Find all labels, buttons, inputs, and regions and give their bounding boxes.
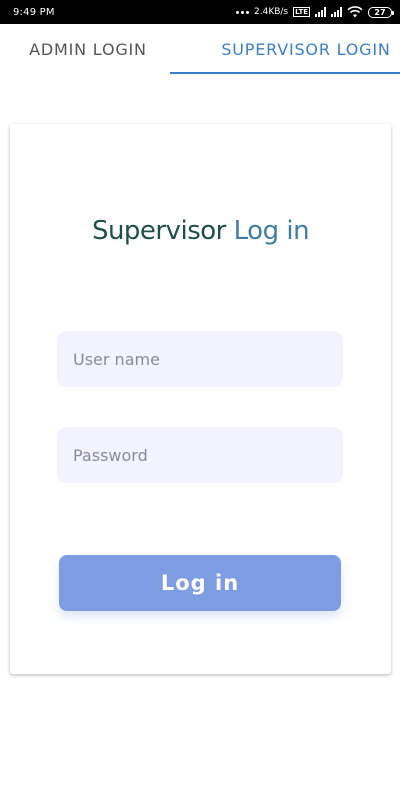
volte-icon: LTE xyxy=(293,7,310,17)
username-input[interactable] xyxy=(57,331,343,387)
wifi-icon xyxy=(347,6,363,18)
more-dots-icon xyxy=(236,10,250,14)
status-bar: 9:49 PM 2.4KB/s LTE 27 xyxy=(0,0,400,24)
network-speed: 2.4KB/s xyxy=(254,7,289,17)
login-card: Supervisor Log in Log in xyxy=(10,124,391,674)
login-tabs: ADMIN LOGIN SUPERVISOR LOGIN xyxy=(0,24,400,74)
status-time: 9:49 PM xyxy=(13,6,55,18)
status-icons: 2.4KB/s LTE 27 xyxy=(236,6,394,18)
tab-supervisor-login[interactable]: SUPERVISOR LOGIN xyxy=(170,24,400,74)
login-button[interactable]: Log in xyxy=(59,555,341,611)
password-input[interactable] xyxy=(57,427,343,483)
signal-icon-2 xyxy=(331,7,342,17)
title-supervisor: Supervisor xyxy=(91,216,226,246)
page-title: Supervisor Log in xyxy=(10,216,391,246)
title-login: Log in xyxy=(233,216,310,246)
signal-icon xyxy=(315,7,326,17)
battery-icon: 27 xyxy=(368,6,394,18)
tab-admin-login[interactable]: ADMIN LOGIN xyxy=(0,24,194,74)
